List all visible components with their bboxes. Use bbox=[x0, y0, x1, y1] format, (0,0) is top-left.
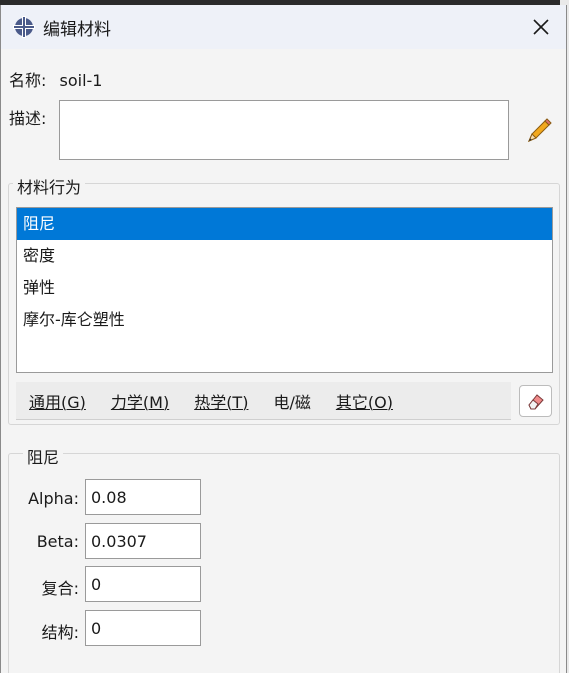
list-item[interactable]: 弹性 bbox=[17, 272, 552, 304]
description-label: 描述: bbox=[9, 109, 47, 128]
behavior-group-title: 材料行为 bbox=[13, 174, 86, 198]
damping-group-title: 阻尼 bbox=[23, 444, 64, 468]
menu-other[interactable]: 其它(O) bbox=[323, 389, 405, 413]
list-item[interactable]: 阻尼 bbox=[17, 208, 552, 240]
list-item[interactable]: 摩尔-库仑塑性 bbox=[17, 304, 552, 336]
behavior-menu-bar: 通用(G) 力学(M) 热学(T) 电/磁 其它(O) bbox=[16, 382, 511, 420]
eraser-icon bbox=[527, 394, 544, 410]
delete-behavior-button[interactable] bbox=[519, 385, 552, 417]
name-row: 名称: soil-1 bbox=[9, 67, 102, 91]
menu-electromagnetic[interactable]: 电/磁 bbox=[260, 389, 322, 413]
menu-general[interactable]: 通用(G) bbox=[16, 389, 98, 413]
composite-input[interactable] bbox=[85, 566, 201, 602]
name-value: soil-1 bbox=[59, 71, 103, 90]
close-icon bbox=[533, 19, 549, 35]
app-icon bbox=[13, 16, 35, 38]
alpha-input[interactable] bbox=[85, 479, 201, 515]
alpha-label: Alpha: bbox=[28, 489, 79, 508]
description-field[interactable] bbox=[59, 100, 509, 160]
menu-thermal[interactable]: 热学(T) bbox=[181, 389, 260, 413]
close-button[interactable] bbox=[528, 14, 554, 40]
edit-material-dialog: 编辑材料 名称: soil-1 描述: 材料行为 阻尼 密度 弹性 摩尔-库仑塑… bbox=[0, 5, 567, 673]
name-label: 名称: bbox=[9, 71, 47, 90]
list-item[interactable]: 密度 bbox=[17, 240, 552, 272]
structural-label: 结构: bbox=[41, 623, 79, 642]
beta-label: Beta: bbox=[36, 532, 79, 551]
pencil-icon[interactable] bbox=[523, 115, 555, 147]
title-bar: 编辑材料 bbox=[1, 5, 566, 49]
beta-input[interactable] bbox=[85, 523, 201, 559]
structural-input[interactable] bbox=[85, 610, 201, 646]
composite-label: 复合: bbox=[41, 579, 79, 598]
menu-mechanical[interactable]: 力学(M) bbox=[98, 389, 181, 413]
window-title: 编辑材料 bbox=[43, 19, 111, 40]
behavior-list[interactable]: 阻尼 密度 弹性 摩尔-库仑塑性 bbox=[16, 207, 553, 373]
